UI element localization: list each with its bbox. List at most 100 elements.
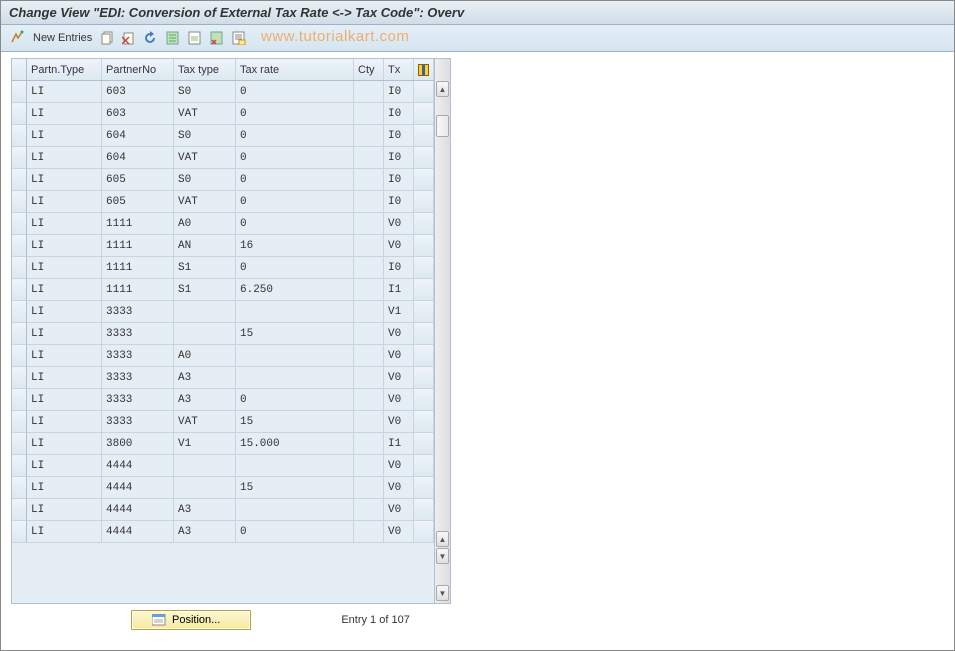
deselect-all-icon[interactable]: [208, 29, 226, 47]
cell-tax-type[interactable]: VAT: [174, 191, 236, 213]
table-row[interactable]: LI604S00I0: [12, 125, 434, 147]
row-selector[interactable]: [12, 323, 27, 345]
cell-partner-no[interactable]: 1111: [102, 257, 174, 279]
table-row[interactable]: LI1111A00V0: [12, 213, 434, 235]
cell-partner-no[interactable]: 4444: [102, 455, 174, 477]
cell-partn-type[interactable]: LI: [27, 389, 102, 411]
table-row[interactable]: LI444415V0: [12, 477, 434, 499]
select-block-icon[interactable]: [186, 29, 204, 47]
cell-tax-rate[interactable]: [236, 367, 354, 389]
cell-partn-type[interactable]: LI: [27, 213, 102, 235]
cell-tx[interactable]: V0: [384, 499, 414, 521]
cell-partner-no[interactable]: 3333: [102, 323, 174, 345]
cell-partn-type[interactable]: LI: [27, 499, 102, 521]
delete-icon[interactable]: [120, 29, 138, 47]
cell-partner-no[interactable]: 604: [102, 147, 174, 169]
row-selector[interactable]: [12, 521, 27, 543]
cell-cty[interactable]: [354, 191, 384, 213]
cell-partn-type[interactable]: LI: [27, 433, 102, 455]
cell-partner-no[interactable]: 605: [102, 169, 174, 191]
cell-partn-type[interactable]: LI: [27, 477, 102, 499]
cell-cty[interactable]: [354, 433, 384, 455]
scroll-updot-icon[interactable]: ▲: [436, 531, 449, 547]
cell-partner-no[interactable]: 4444: [102, 499, 174, 521]
cell-partner-no[interactable]: 4444: [102, 477, 174, 499]
cell-partner-no[interactable]: 603: [102, 81, 174, 103]
cell-partner-no[interactable]: 603: [102, 103, 174, 125]
col-header-tx[interactable]: Tx: [384, 59, 414, 80]
row-selector[interactable]: [12, 477, 27, 499]
cell-tax-type[interactable]: A3: [174, 389, 236, 411]
cell-tax-type[interactable]: A3: [174, 521, 236, 543]
cell-cty[interactable]: [354, 213, 384, 235]
cell-partn-type[interactable]: LI: [27, 147, 102, 169]
cell-cty[interactable]: [354, 323, 384, 345]
cell-cty[interactable]: [354, 367, 384, 389]
undo-icon[interactable]: [142, 29, 160, 47]
cell-cty[interactable]: [354, 521, 384, 543]
cell-partner-no[interactable]: 1111: [102, 213, 174, 235]
table-row[interactable]: LI4444A30V0: [12, 521, 434, 543]
cell-tax-rate[interactable]: 0: [236, 147, 354, 169]
row-selector[interactable]: [12, 455, 27, 477]
cell-tax-rate[interactable]: 15.000: [236, 433, 354, 455]
col-header-partner-no[interactable]: PartnerNo: [102, 59, 174, 80]
cell-cty[interactable]: [354, 345, 384, 367]
cell-tx[interactable]: V1: [384, 301, 414, 323]
cell-cty[interactable]: [354, 279, 384, 301]
toggle-icon[interactable]: [9, 29, 27, 47]
vertical-scrollbar[interactable]: ▲ ▲ ▼ ▼: [434, 59, 450, 603]
cell-cty[interactable]: [354, 455, 384, 477]
cell-partn-type[interactable]: LI: [27, 191, 102, 213]
row-selector[interactable]: [12, 147, 27, 169]
scroll-thumb[interactable]: [436, 115, 449, 137]
cell-tax-rate[interactable]: 6.250: [236, 279, 354, 301]
row-selector[interactable]: [12, 235, 27, 257]
position-button[interactable]: Position...: [131, 610, 251, 630]
cell-tax-type[interactable]: S1: [174, 257, 236, 279]
cell-tx[interactable]: I0: [384, 103, 414, 125]
table-row[interactable]: LI605S00I0: [12, 169, 434, 191]
cell-tax-rate[interactable]: 15: [236, 477, 354, 499]
table-row[interactable]: LI4444A3V0: [12, 499, 434, 521]
cell-partn-type[interactable]: LI: [27, 125, 102, 147]
cell-partner-no[interactable]: 605: [102, 191, 174, 213]
cell-partner-no[interactable]: 3333: [102, 411, 174, 433]
cell-tx[interactable]: I0: [384, 125, 414, 147]
cell-tax-type[interactable]: S1: [174, 279, 236, 301]
scroll-downdot-icon[interactable]: ▼: [436, 548, 449, 564]
table-row[interactable]: LI603VAT0I0: [12, 103, 434, 125]
row-selector[interactable]: [12, 81, 27, 103]
cell-partn-type[interactable]: LI: [27, 235, 102, 257]
cell-partner-no[interactable]: 3333: [102, 389, 174, 411]
cell-tax-rate[interactable]: 15: [236, 323, 354, 345]
table-row[interactable]: LI1111S16.250I1: [12, 279, 434, 301]
scroll-down-icon[interactable]: ▼: [436, 585, 449, 601]
cell-tax-rate[interactable]: 0: [236, 521, 354, 543]
print-icon[interactable]: [230, 29, 248, 47]
table-row[interactable]: LI3333VAT15V0: [12, 411, 434, 433]
select-all-icon[interactable]: [164, 29, 182, 47]
cell-cty[interactable]: [354, 169, 384, 191]
cell-tax-rate[interactable]: 0: [236, 103, 354, 125]
row-selector[interactable]: [12, 411, 27, 433]
cell-tax-type[interactable]: S0: [174, 169, 236, 191]
cell-tax-type[interactable]: VAT: [174, 147, 236, 169]
col-header-cty[interactable]: Cty: [354, 59, 384, 80]
cell-tx[interactable]: V0: [384, 455, 414, 477]
cell-cty[interactable]: [354, 103, 384, 125]
new-entries-button[interactable]: New Entries: [31, 32, 94, 44]
cell-tax-rate[interactable]: 0: [236, 125, 354, 147]
cell-partn-type[interactable]: LI: [27, 323, 102, 345]
cell-tx[interactable]: I1: [384, 433, 414, 455]
cell-tx[interactable]: V0: [384, 521, 414, 543]
cell-cty[interactable]: [354, 125, 384, 147]
cell-tax-type[interactable]: VAT: [174, 411, 236, 433]
cell-partn-type[interactable]: LI: [27, 279, 102, 301]
cell-tx[interactable]: V0: [384, 367, 414, 389]
table-row[interactable]: LI333315V0: [12, 323, 434, 345]
cell-cty[interactable]: [354, 499, 384, 521]
cell-tx[interactable]: V0: [384, 235, 414, 257]
row-selector[interactable]: [12, 389, 27, 411]
cell-tax-rate[interactable]: 0: [236, 191, 354, 213]
